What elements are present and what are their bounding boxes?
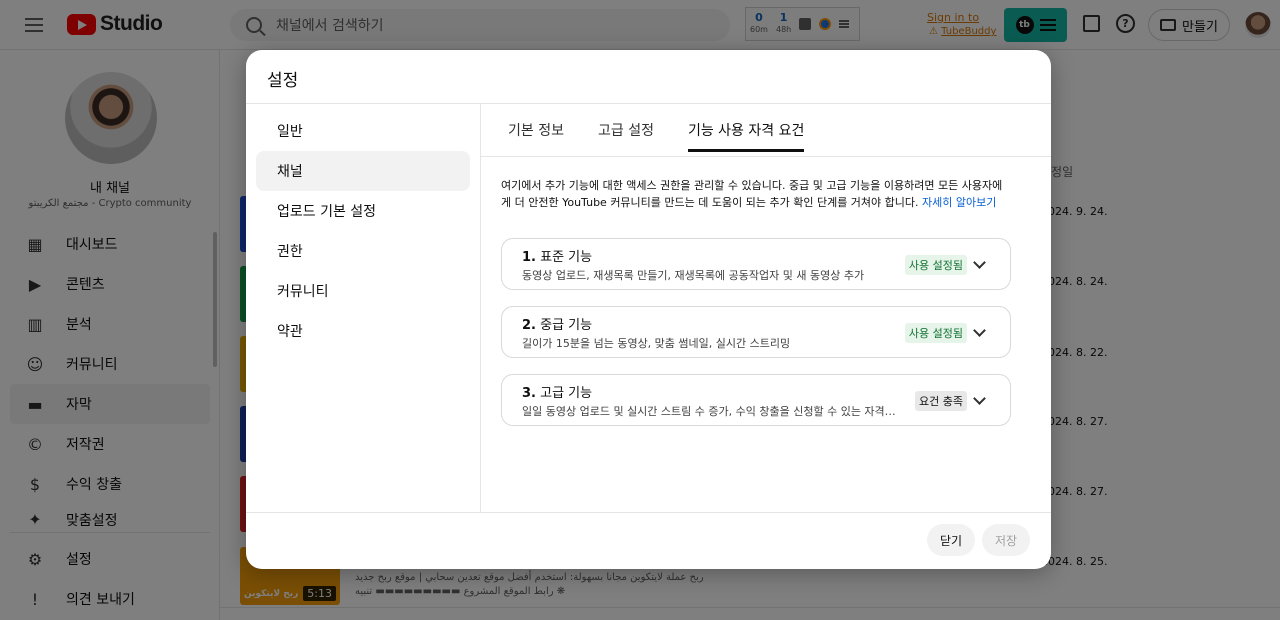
feature-card-intermediate[interactable]: 2. 중급 기능 길이가 15분을 넘는 동영상, 맞춤 썸네일, 실시간 스트… xyxy=(501,306,1011,358)
feature-description: 길이가 15분을 넘는 동영상, 맞춤 썸네일, 실시간 스트리밍 xyxy=(522,337,791,350)
feature-title: 1. 표준 기능 xyxy=(522,250,593,265)
feature-title: 3. 고급 기능 xyxy=(522,386,593,401)
settings-dialog: 설정 일반 채널 업로드 기본 설정 권한 커뮤니티 약관 기본 정보 고급 설… xyxy=(246,50,1051,569)
chevron-down-icon[interactable] xyxy=(973,256,986,269)
chevron-down-icon[interactable] xyxy=(973,324,986,337)
feature-description: 일일 동영상 업로드 및 실시간 스트림 수 증가, 수익 창출을 신청할 수 … xyxy=(522,405,896,418)
eligibility-description: 여기에서 추가 기능에 대한 액세스 권한을 관리할 수 있습니다. 중급 및 … xyxy=(501,179,1003,209)
settings-nav-upload-defaults[interactable]: 업로드 기본 설정 xyxy=(256,191,470,231)
channel-tabs: 기본 정보 고급 설정 기능 사용 자격 요건 xyxy=(508,120,838,152)
tab-basic-info[interactable]: 기본 정보 xyxy=(508,120,564,152)
settings-nav-channel[interactable]: 채널 xyxy=(256,151,470,191)
settings-nav-permissions[interactable]: 권한 xyxy=(256,231,470,271)
settings-nav: 일반 채널 업로드 기본 설정 권한 커뮤니티 약관 xyxy=(256,111,470,351)
learn-more-link[interactable]: 자세히 알아보기 xyxy=(922,196,996,209)
status-badge: 사용 설정됨 xyxy=(904,255,967,275)
settings-nav-general[interactable]: 일반 xyxy=(256,111,470,151)
divider xyxy=(246,103,1051,104)
feature-card-advanced[interactable]: 3. 고급 기능 일일 동영상 업로드 및 실시간 스트림 수 증가, 수익 창… xyxy=(501,374,1011,426)
feature-title: 2. 중급 기능 xyxy=(522,318,593,333)
feature-card-standard[interactable]: 1. 표준 기능 동영상 업로드, 재생목록 만들기, 재생목록에 공동작업자 … xyxy=(501,238,1011,290)
dialog-title: 설정 xyxy=(267,71,299,91)
tab-feature-eligibility[interactable]: 기능 사용 자격 요건 xyxy=(687,120,805,152)
save-button[interactable]: 저장 xyxy=(982,524,1030,556)
status-badge: 요건 충족 xyxy=(915,391,967,411)
tabs-divider xyxy=(481,156,1051,157)
settings-nav-community[interactable]: 커뮤니티 xyxy=(256,271,470,311)
close-button[interactable]: 닫기 xyxy=(927,524,975,556)
tab-advanced-settings[interactable]: 고급 설정 xyxy=(598,120,654,152)
status-badge: 사용 설정됨 xyxy=(904,323,967,343)
feature-description: 동영상 업로드, 재생목록 만들기, 재생목록에 공동작업자 및 새 동영상 추… xyxy=(522,269,865,282)
divider xyxy=(480,104,481,512)
divider xyxy=(246,512,1051,513)
settings-nav-agreements[interactable]: 약관 xyxy=(256,311,470,351)
chevron-down-icon[interactable] xyxy=(973,392,986,405)
